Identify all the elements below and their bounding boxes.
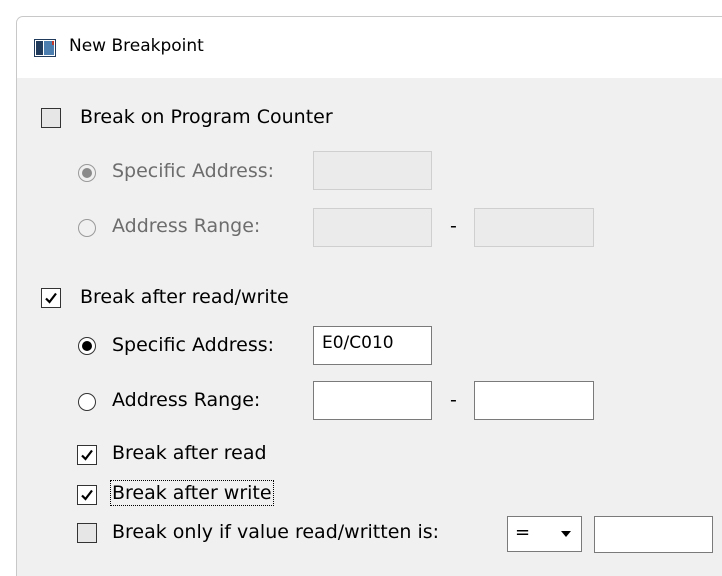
checkmark-icon (81, 449, 93, 461)
break-on-pc-label: Break on Program Counter (80, 106, 333, 128)
app-window-icon (34, 39, 56, 57)
dropdown-caret-icon (561, 531, 571, 537)
pc-specific-address-label: Specific Address: (112, 160, 275, 182)
break-on-value-checkbox[interactable] (77, 523, 97, 543)
rw-range-end-input[interactable] (474, 381, 594, 420)
rw-range-start-input[interactable] (313, 381, 432, 420)
break-after-write-label: Break after write (110, 480, 274, 506)
pc-specific-address-radio[interactable] (78, 164, 96, 182)
rw-address-range-label: Address Range: (112, 389, 261, 411)
break-after-rw-label: Break after read/write (80, 286, 289, 308)
pc-address-range-label: Address Range: (112, 215, 261, 237)
pc-range-start-input[interactable] (313, 208, 432, 247)
break-after-write-checkbox[interactable] (77, 485, 97, 505)
break-on-value-label: Break only if value read/written is: (112, 521, 440, 543)
rw-specific-address-input[interactable]: E0/C010 (313, 326, 432, 365)
pc-address-range-radio[interactable] (78, 219, 96, 237)
rw-specific-address-label: Specific Address: (112, 334, 275, 356)
break-on-pc-checkbox[interactable] (41, 108, 61, 128)
checkmark-icon (45, 292, 57, 304)
pc-specific-address-input[interactable] (313, 151, 432, 190)
pc-range-end-input[interactable] (474, 208, 594, 247)
rw-specific-address-radio[interactable] (78, 337, 96, 355)
rw-range-separator: - (450, 389, 457, 411)
title-bar: New Breakpoint (17, 17, 722, 78)
break-after-rw-checkbox[interactable] (41, 288, 61, 308)
pc-range-separator: - (450, 215, 457, 237)
rw-address-range-radio[interactable] (78, 393, 96, 411)
window-title: New Breakpoint (69, 36, 204, 56)
break-after-read-checkbox[interactable] (77, 445, 97, 465)
operator-value: = (515, 522, 531, 543)
operator-select[interactable]: = (507, 516, 582, 552)
compare-value-input[interactable] (594, 516, 713, 553)
break-after-read-label: Break after read (112, 442, 267, 464)
checkmark-icon (81, 489, 93, 501)
